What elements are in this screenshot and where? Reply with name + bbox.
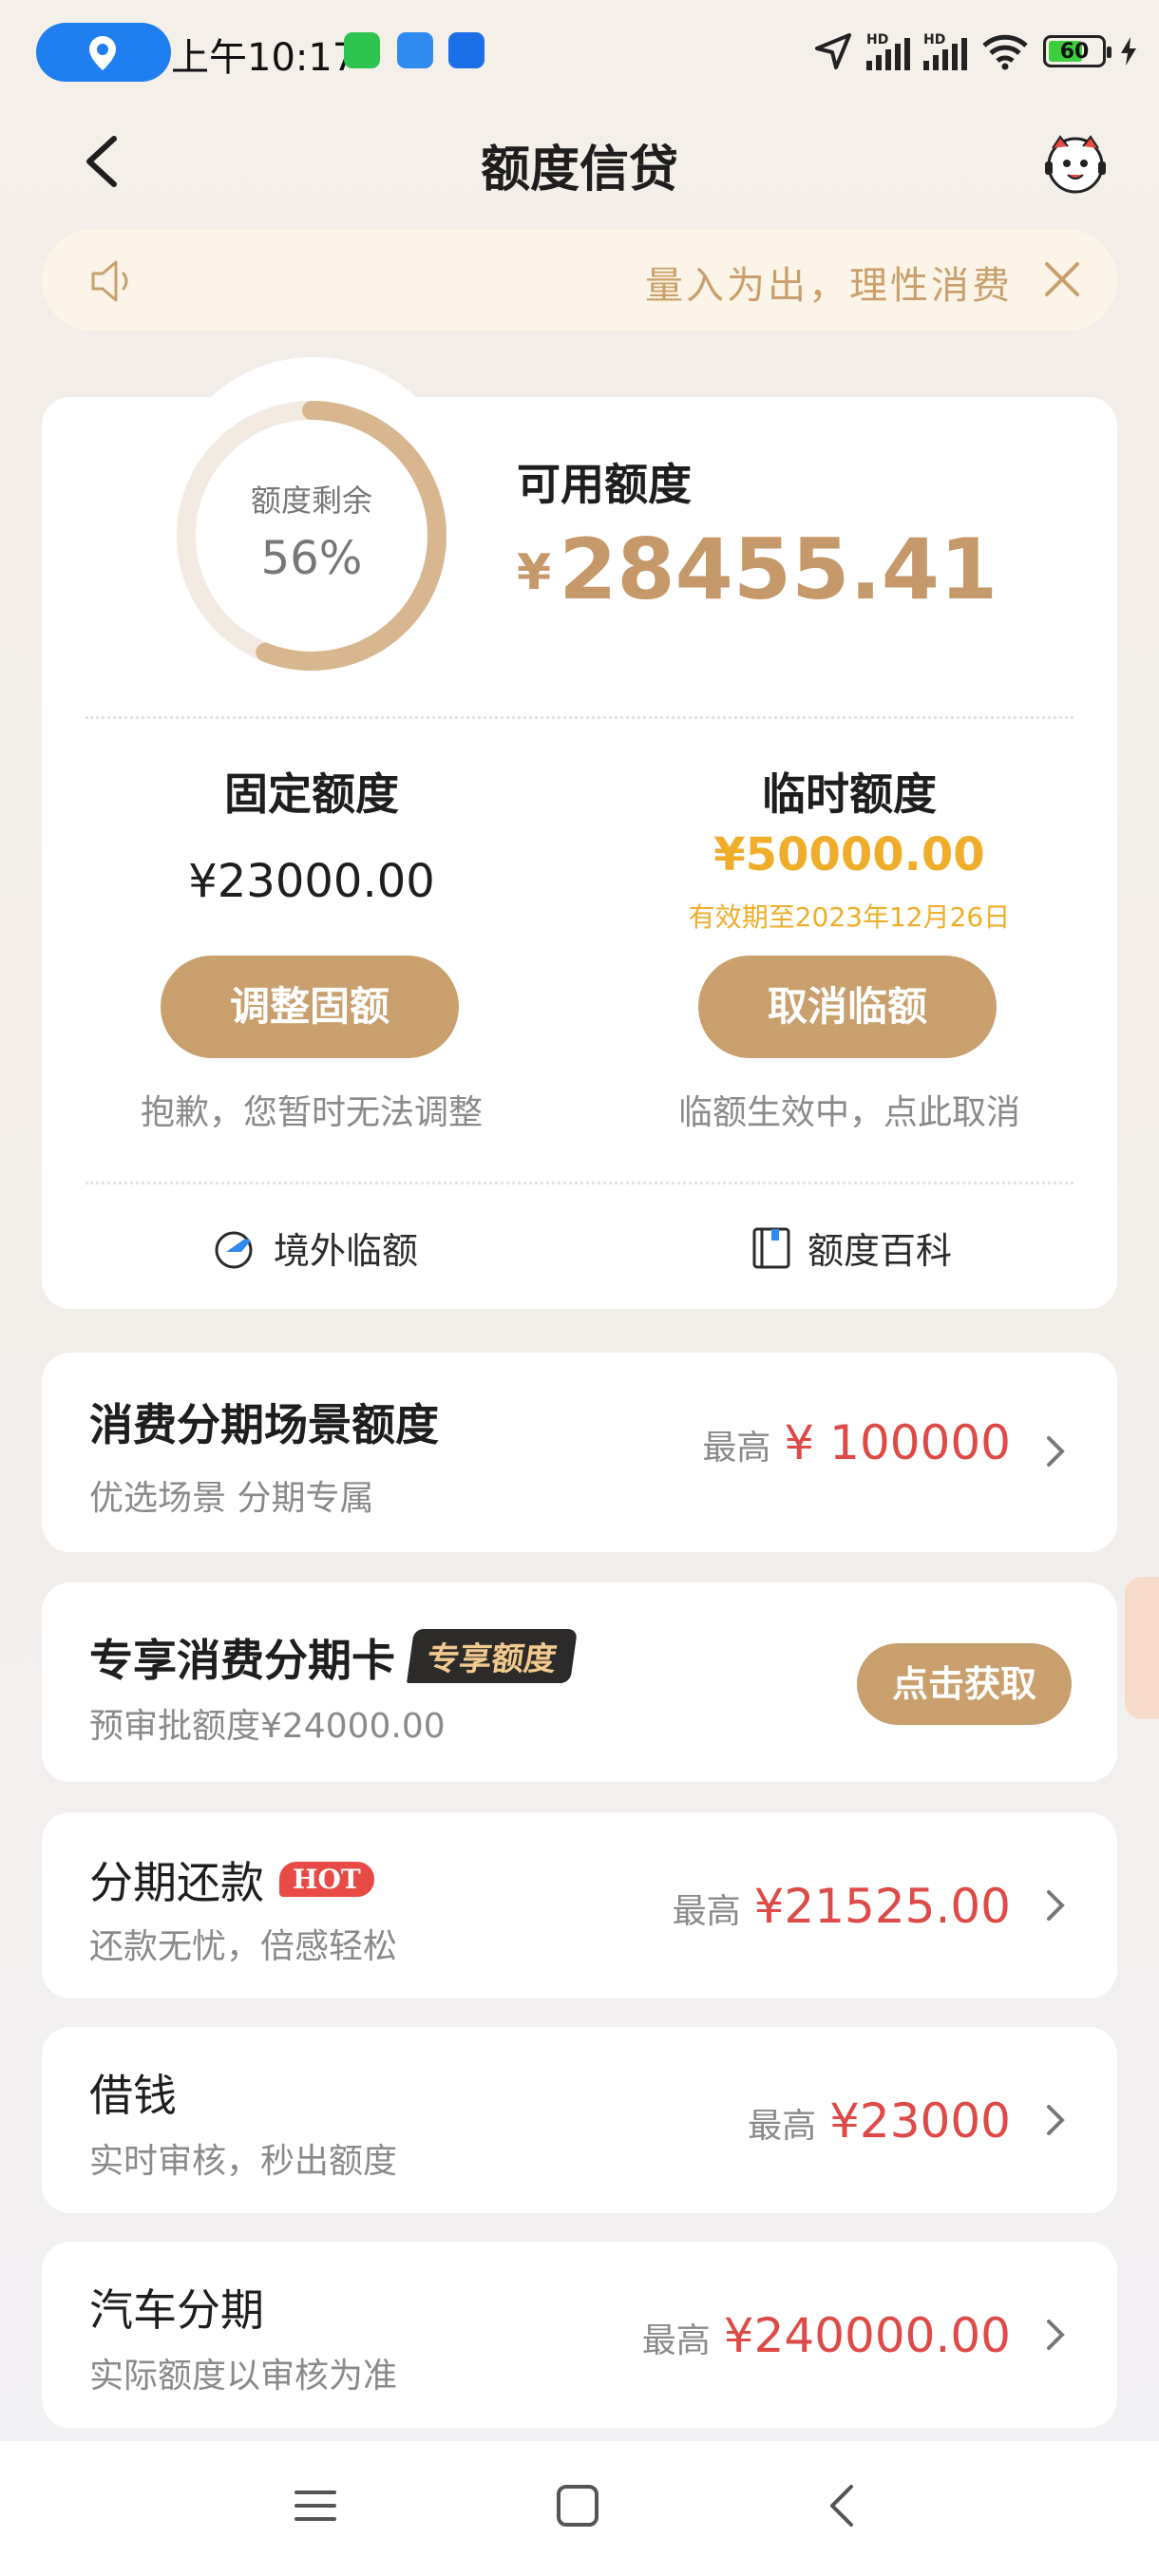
temp-expiry: 有效期至2023年12月26日 bbox=[688, 901, 1011, 933]
credit-wiki-label: 额度百科 bbox=[808, 1230, 953, 1272]
car-installment-card[interactable]: 汽车分期 实际额度以审核为准 最高 ¥240000.00 bbox=[42, 2242, 1117, 2428]
home-icon[interactable] bbox=[555, 2483, 600, 2529]
car-limit-label: 最高 bbox=[641, 2321, 711, 2360]
borrow-limit-amount: ¥23000 bbox=[829, 2093, 1011, 2149]
fixed-title: 固定额度 bbox=[224, 768, 399, 820]
car-limit-amount: ¥240000.00 bbox=[723, 2308, 1011, 2363]
chevron-right-icon bbox=[1047, 1436, 1065, 1467]
repay-limit-amount: ¥21525.00 bbox=[753, 1879, 1011, 1934]
battery-icon: 60 bbox=[1043, 35, 1112, 67]
scene-title: 消费分期场景额度 bbox=[89, 1399, 439, 1450]
ring-label: 额度剩余 bbox=[250, 483, 372, 519]
repay-title-text: 分期还款 bbox=[89, 1857, 264, 1908]
location-pin-icon bbox=[89, 36, 116, 70]
cancel-temp-button[interactable]: 取消临额 bbox=[698, 956, 997, 1058]
chevron-right-icon bbox=[1047, 2320, 1065, 2350]
overseas-temp-link[interactable]: 境外临额 bbox=[213, 1222, 418, 1274]
clock: 上午10:17 bbox=[171, 36, 357, 80]
scene-limit: 最高 ¥ 100000 bbox=[702, 1415, 1011, 1470]
page-title: 额度信贷 bbox=[480, 142, 678, 199]
divider bbox=[86, 1182, 1074, 1184]
speaker-icon bbox=[91, 260, 128, 302]
divider bbox=[86, 716, 1074, 719]
scene-limit-amount: ¥ 100000 bbox=[784, 1415, 1011, 1470]
wechat-icon bbox=[344, 32, 380, 68]
car-limit: 最高 ¥240000.00 bbox=[642, 2308, 1011, 2363]
mascot-avatar-icon[interactable] bbox=[1039, 127, 1112, 199]
notice-banner[interactable]: 量入为出，理性消费 bbox=[42, 230, 1117, 331]
adjust-fixed-button[interactable]: 调整固额 bbox=[161, 956, 459, 1058]
credit-wiki-link[interactable]: 额度百科 bbox=[750, 1222, 952, 1274]
car-title: 汽车分期 bbox=[89, 2284, 264, 2336]
navigation-arrow-icon bbox=[815, 33, 851, 69]
borrow-subtitle: 实时审核，秒出额度 bbox=[89, 2142, 398, 2181]
wifi-icon bbox=[982, 34, 1028, 70]
fixed-amount: ¥23000.00 bbox=[188, 855, 435, 908]
borrow-limit: 最高 ¥23000 bbox=[748, 2093, 1011, 2149]
signal-1-icon: HD bbox=[866, 32, 910, 70]
globe-plane-icon bbox=[215, 1231, 253, 1268]
flight-app-icon bbox=[448, 32, 484, 68]
notice-text: 量入为出，理性消费 bbox=[645, 264, 1013, 308]
repay-subtitle: 还款无忧，倍感轻松 bbox=[89, 1927, 398, 1966]
scene-limit-label: 最高 bbox=[702, 1429, 771, 1468]
available-label: 可用额度 bbox=[517, 459, 692, 510]
chat-app-icon bbox=[397, 32, 433, 68]
charging-icon bbox=[1121, 37, 1136, 66]
close-icon[interactable] bbox=[1043, 260, 1081, 298]
repay-limit: 最高 ¥21525.00 bbox=[673, 1879, 1011, 1934]
repay-limit-label: 最高 bbox=[672, 1892, 741, 1931]
borrow-card[interactable]: 借钱 实时审核，秒出额度 最高 ¥23000 bbox=[42, 2027, 1117, 2213]
exclusive-card-title-text: 专享消费分期卡 bbox=[89, 1635, 395, 1686]
menu-icon[interactable] bbox=[293, 2483, 338, 2529]
installment-repay-card[interactable]: 分期还款 HOT 还款无忧，倍感轻松 最高 ¥21525.00 bbox=[42, 1812, 1117, 1998]
temp-amount: ¥50000.00 bbox=[713, 828, 985, 881]
system-nav-bar bbox=[0, 2441, 1159, 2576]
repay-title: 分期还款 HOT bbox=[89, 1848, 374, 1911]
scene-subtitle: 优选场景 分期专属 bbox=[89, 1479, 374, 1518]
status-bar: 上午10:17 HD HD 60 bbox=[0, 0, 1159, 104]
signal-2-icon: HD bbox=[923, 32, 967, 70]
available-amount-value: 28455.41 bbox=[559, 521, 998, 618]
location-indicator[interactable] bbox=[36, 23, 171, 82]
fixed-note: 抱歉，您暂时无法调整 bbox=[140, 1093, 483, 1132]
borrow-limit-label: 最高 bbox=[748, 2107, 817, 2146]
floating-side-tab[interactable] bbox=[1125, 1577, 1159, 1719]
chevron-right-icon bbox=[1047, 2105, 1065, 2135]
car-subtitle: 实际额度以审核为准 bbox=[89, 2357, 398, 2396]
overseas-temp-label: 境外临额 bbox=[274, 1230, 419, 1272]
chevron-right-icon bbox=[1047, 1890, 1065, 1921]
temp-title: 临时额度 bbox=[762, 768, 937, 820]
nav-back-icon[interactable] bbox=[821, 2483, 866, 2529]
exclusive-card-panel: 专享消费分期卡 专享额度 预审批额度¥24000.00 点击获取 bbox=[42, 1582, 1117, 1782]
available-amount: ¥28455.41 bbox=[517, 521, 998, 618]
ring-percent: 56% bbox=[260, 532, 363, 585]
book-icon bbox=[752, 1227, 790, 1268]
currency-symbol: ¥ bbox=[517, 544, 552, 601]
exclusive-card-subtitle: 预审批额度¥24000.00 bbox=[89, 1707, 446, 1746]
scene-installment-card[interactable]: 消费分期场景额度 优选场景 分期专属 最高 ¥ 100000 bbox=[42, 1353, 1117, 1552]
borrow-title: 借钱 bbox=[89, 2070, 177, 2121]
exclusive-card-title: 专享消费分期卡 专享额度 bbox=[89, 1626, 579, 1689]
exclusive-badge: 专享额度 bbox=[406, 1629, 579, 1683]
get-card-button[interactable]: 点击获取 bbox=[857, 1643, 1072, 1725]
hot-badge: HOT bbox=[279, 1862, 374, 1897]
temp-note[interactable]: 临额生效中，点此取消 bbox=[640, 1085, 1058, 1134]
